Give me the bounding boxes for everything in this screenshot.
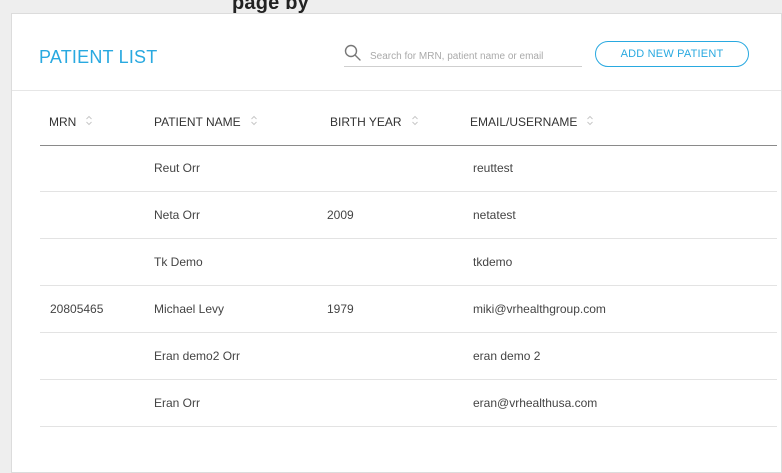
cell-patient-name: Michael Levy [154,302,225,316]
cell-patient-name: Eran demo2 Orr [154,349,241,363]
cell-email: miki@vrhealthgroup.com [473,302,606,316]
cell-email: eran demo 2 [473,349,541,363]
column-header-patient-name[interactable]: PATIENT NAME [154,115,258,129]
sort-icon[interactable] [250,115,258,129]
cell-patient-name: Neta Orr [154,208,201,222]
cell-patient-name: Tk Demo [154,255,203,269]
table-row[interactable]: 20805465 Michael Levy 1979 miki@vrhealth… [40,286,777,333]
cell-birth-year: 1979 [327,302,354,316]
table-row[interactable]: Tk Demo tkdemo [40,239,777,286]
table-row[interactable]: Eran Orr eran@vrhealthusa.com [40,380,777,427]
card-header: PATIENT LIST ADD NEW PATIENT [12,14,781,91]
sort-icon[interactable] [85,115,93,129]
table-row[interactable]: Neta Orr 2009 netatest [40,192,777,239]
table-header: MRN PATIENT NAME BIRTH YEAR EMAIL/USERNA… [40,112,777,146]
search-box[interactable] [344,44,582,67]
table-row[interactable]: Reut Orr reuttest [40,145,777,192]
search-icon[interactable] [344,44,362,67]
cell-email: tkdemo [473,255,513,269]
column-header-mrn[interactable]: MRN [49,115,93,129]
table-row[interactable]: Eran demo2 Orr eran demo 2 [40,333,777,380]
add-new-patient-button[interactable]: ADD NEW PATIENT [595,41,749,67]
cell-mrn: 20805465 [50,302,104,316]
patient-list-card: PATIENT LIST ADD NEW PATIENT MRN PATIENT… [11,13,782,473]
patient-table-body: Reut Orr reuttest Neta Orr 2009 netatest… [40,145,777,427]
column-label: PATIENT NAME [154,115,241,129]
page-title: PATIENT LIST [39,47,158,67]
sort-icon[interactable] [411,115,419,129]
cell-email: reuttest [473,161,514,175]
cell-patient-name: Eran Orr [154,396,201,410]
column-label: EMAIL/USERNAME [470,115,578,129]
column-label: BIRTH YEAR [330,115,402,129]
search-input[interactable] [370,48,580,64]
column-header-email[interactable]: EMAIL/USERNAME [470,115,594,129]
sort-icon[interactable] [586,115,594,129]
cell-patient-name: Reut Orr [154,161,201,175]
column-label: MRN [49,115,77,129]
cell-birth-year: 2009 [327,208,354,222]
cell-email: netatest [473,208,516,222]
column-header-birth-year[interactable]: BIRTH YEAR [330,115,419,129]
cell-email: eran@vrhealthusa.com [473,396,598,410]
